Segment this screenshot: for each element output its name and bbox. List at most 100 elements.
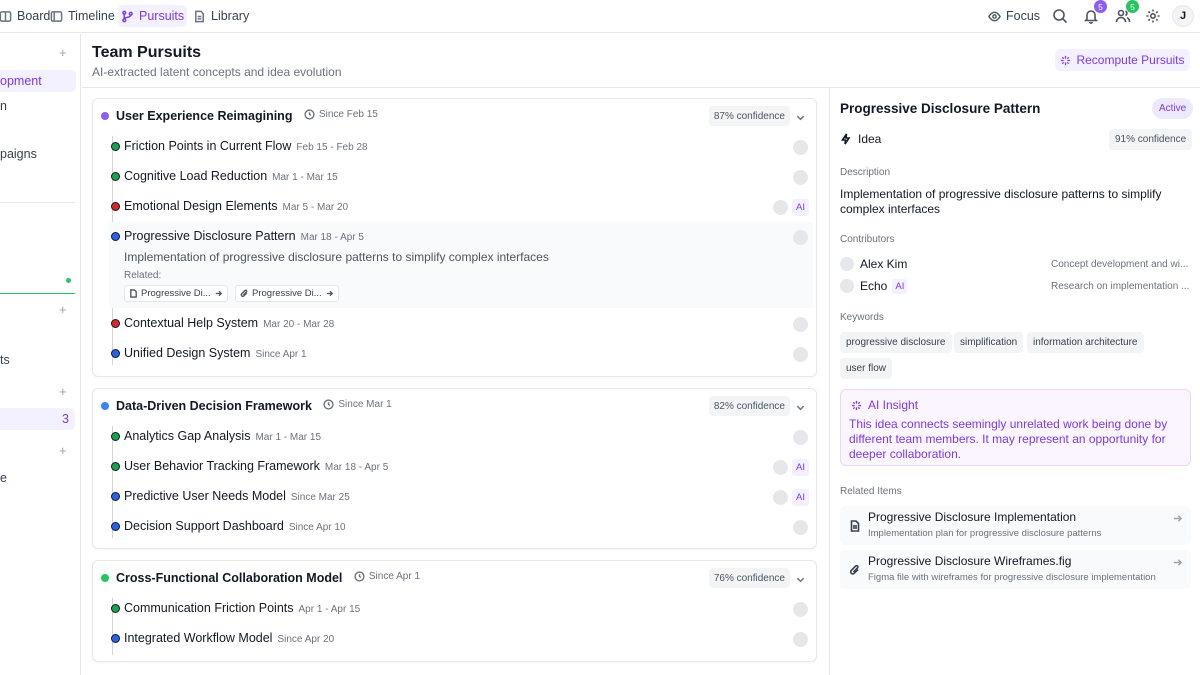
pursuit-since-text: Since Mar 1 — [338, 399, 392, 410]
nav-library[interactable]: Library — [190, 5, 252, 27]
assignee-avatar — [773, 200, 788, 215]
detail-type-label: Idea — [858, 132, 882, 146]
pursuit-title-text: User Experience Reimagining — [116, 109, 293, 123]
item-date: Since Apr 10 — [288, 522, 346, 533]
chevron-down-icon — [796, 405, 805, 411]
branch-icon — [122, 10, 133, 22]
list-item[interactable]: Predictive User Needs Model Since Mar 25 … — [109, 482, 813, 512]
pursuit-header[interactable]: Cross-Functional Collaboration Model Sin… — [93, 561, 816, 595]
clock-icon — [323, 399, 334, 410]
keyword-tag[interactable]: information architecture — [1027, 332, 1144, 353]
arrow-right-icon — [1172, 555, 1183, 573]
nav-board-label: Board — [17, 9, 51, 23]
pursuit-since: Since Apr 1 — [354, 571, 420, 582]
nav-timeline[interactable]: Timeline — [47, 5, 118, 27]
sidebar-add-icon-2[interactable]: + — [59, 302, 67, 317]
assignee-avatar — [793, 170, 808, 185]
collapse-toggle[interactable] — [795, 400, 806, 418]
list-item[interactable]: Analytics Gap Analysis Mar 1 - Mar 15 — [109, 422, 813, 452]
assignee-avatar — [793, 347, 808, 362]
sidebar-add-icon[interactable]: + — [59, 45, 67, 60]
settings-button[interactable] — [1145, 5, 1161, 27]
sidebar-item-campaigns[interactable]: paigns — [0, 147, 37, 161]
list-item[interactable]: Emotional Design Elements Mar 5 - Mar 20 … — [109, 192, 813, 222]
sidebar-item-1[interactable]: n — [0, 99, 7, 113]
user-avatar[interactable]: J — [1172, 5, 1194, 27]
top-bar: Board Timeline Pursuits Library Focus 5 … — [0, 0, 1200, 33]
item-date: Mar 18 - Apr 5 — [324, 462, 389, 473]
recompute-button[interactable]: Recompute Pursuits — [1055, 49, 1190, 71]
item-label: Friction Points in Current Flow Feb 15 - … — [124, 139, 368, 153]
nav-board[interactable]: Board — [0, 5, 53, 27]
related-label: Related: — [124, 270, 162, 281]
lightning-icon — [841, 133, 851, 145]
list-item[interactable]: Unified Design System Since Apr 1 — [109, 339, 813, 369]
contributor-row[interactable]: Echo AI Research on implementation ... — [840, 277, 1191, 295]
item-label: Contextual Help System Mar 20 - Mar 28 — [124, 316, 335, 330]
item-label: Progressive Disclosure Pattern Mar 18 - A… — [124, 229, 364, 243]
item-label: Cognitive Load Reduction Mar 1 - Mar 15 — [124, 169, 338, 183]
pursuit-title: Cross-Functional Collaboration Model Sin… — [116, 571, 420, 585]
list-item[interactable]: Friction Points in Current Flow Feb 15 - … — [109, 132, 813, 162]
collapse-toggle[interactable] — [795, 110, 806, 128]
list-item[interactable]: Integrated Workflow Model Since Apr 20 — [109, 624, 813, 654]
item-date: Mar 1 - Mar 15 — [272, 172, 338, 183]
pursuit-header[interactable]: Data-Driven Decision Framework Since Mar… — [93, 389, 816, 423]
sidebar-divider — [0, 202, 75, 203]
related-item[interactable]: Progressive Disclosure Implementation Im… — [840, 506, 1191, 545]
sidebar-item-development[interactable]: opment — [0, 74, 42, 88]
related-chip[interactable]: Progressive Di... — [235, 285, 339, 302]
list-item[interactable]: Decision Support Dashboard Since Apr 10 — [109, 512, 813, 542]
assignee-avatar — [793, 230, 808, 245]
focus-button[interactable]: Focus — [988, 5, 1040, 27]
progress-line — [0, 293, 75, 294]
sidebar-item-3[interactable]: ts — [0, 353, 10, 367]
list-item-expanded[interactable]: Progressive Disclosure Pattern Mar 18 - A… — [109, 222, 813, 308]
item-status-dot — [111, 462, 120, 471]
related-item-subtitle: Implementation plan for progressive disc… — [868, 528, 1102, 539]
list-item[interactable]: User Behavior Tracking Framework Mar 18 -… — [109, 452, 813, 482]
keyword-tag[interactable]: progressive disclosure — [840, 332, 952, 353]
notifications-button[interactable]: 5 — [1083, 0, 1107, 27]
team-button[interactable]: 5 — [1115, 0, 1139, 27]
arrow-right-icon — [326, 290, 333, 297]
list-item[interactable]: Communication Friction Points Apr 1 - Apr… — [109, 594, 813, 624]
search-button[interactable] — [1052, 5, 1068, 27]
item-label: User Behavior Tracking Framework Mar 18 -… — [124, 459, 389, 473]
pursuit-header[interactable]: User Experience Reimagining Since Feb 15… — [93, 99, 816, 133]
related-chip[interactable]: Progressive Di... — [124, 285, 228, 302]
list-item[interactable]: Cognitive Load Reduction Mar 1 - Mar 15 — [109, 162, 813, 192]
collapse-toggle[interactable] — [795, 572, 806, 590]
sidebar-add-icon-3[interactable]: + — [59, 384, 67, 399]
item-date: Mar 18 - Apr 5 — [300, 232, 364, 243]
item-date: Apr 1 - Apr 15 — [298, 604, 361, 615]
document-icon — [849, 519, 861, 537]
pursuit-title: Data-Driven Decision Framework Since Mar… — [116, 399, 392, 413]
sparkle-icon — [1061, 55, 1071, 65]
contributor-row[interactable]: Alex Kim Concept development and wi... — [840, 255, 1191, 273]
item-date: Feb 15 - Feb 28 — [296, 142, 368, 153]
sidebar-add-icon-4[interactable]: + — [59, 443, 67, 458]
related-item-title: Progressive Disclosure Wireframes.fig — [868, 554, 1072, 568]
contributor-role: Concept development and wi... — [1051, 258, 1189, 270]
sidebar-item-5[interactable]: e — [0, 471, 7, 485]
related-item[interactable]: Progressive Disclosure Wireframes.fig Fi… — [840, 550, 1191, 589]
keyword-tag[interactable]: simplification — [954, 332, 1024, 353]
description-label: Description — [840, 167, 891, 178]
confidence-badge: 76% confidence — [708, 568, 790, 588]
pursuit-since: Since Feb 15 — [304, 109, 378, 120]
detail-panel: Progressive Disclosure Pattern Active Id… — [829, 88, 1200, 675]
ai-insight-body: This idea connects seemingly unrelated w… — [849, 417, 1168, 461]
confidence-badge: 87% confidence — [708, 106, 790, 126]
recompute-label: Recompute Pursuits — [1076, 53, 1185, 67]
nav-pursuits[interactable]: Pursuits — [118, 5, 188, 27]
sparkle-icon — [851, 400, 862, 410]
item-label: Integrated Workflow Model Since Apr 20 — [124, 631, 335, 645]
keyword-tag[interactable]: user flow — [840, 358, 893, 379]
gear-icon — [1146, 9, 1160, 23]
search-icon — [1053, 9, 1068, 24]
item-label: Unified Design System Since Apr 1 — [124, 346, 307, 360]
ai-badge: AI — [792, 199, 809, 216]
list-item[interactable]: Contextual Help System Mar 20 - Mar 28 — [109, 309, 813, 339]
contributors-label: Contributors — [840, 234, 895, 245]
